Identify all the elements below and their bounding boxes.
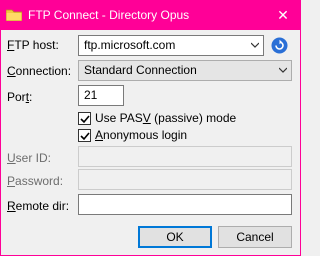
pasv-label[interactable]: Use PASV (passive) mode	[95, 111, 236, 125]
chevron-down-icon[interactable]	[279, 67, 287, 73]
cancel-button[interactable]: Cancel	[218, 226, 292, 248]
checkmark-icon	[80, 115, 90, 124]
folder-icon	[6, 9, 22, 21]
refresh-icon[interactable]	[271, 37, 288, 54]
remote-dir-label: Remote dir:	[7, 199, 70, 213]
window-title: FTP Connect - Directory Opus	[28, 8, 190, 22]
user-id-label: User ID:	[7, 151, 52, 165]
connection-label: Connection:	[7, 64, 72, 78]
port-label: Port:	[7, 90, 33, 104]
password-input	[78, 169, 292, 190]
ftp-host-combobox[interactable]: ftp.microsoft.com	[78, 35, 264, 56]
password-label: Password:	[7, 174, 64, 188]
remote-dir-input[interactable]	[78, 194, 292, 215]
user-id-input	[78, 146, 292, 167]
ok-button[interactable]: OK	[138, 226, 212, 248]
close-icon[interactable]: ✕	[265, 0, 301, 30]
title-bar: FTP Connect - Directory Opus ✕	[0, 0, 301, 30]
anonymous-label[interactable]: Anonymous login	[95, 128, 187, 142]
connection-dropdown[interactable]: Standard Connection	[78, 60, 292, 81]
pasv-checkbox[interactable]	[78, 112, 91, 125]
port-input[interactable]: 21	[78, 85, 124, 106]
chevron-down-icon[interactable]	[251, 42, 259, 48]
connection-value: Standard Connection	[84, 63, 197, 77]
anonymous-checkbox[interactable]	[78, 129, 91, 142]
ftp-host-value: ftp.microsoft.com	[84, 38, 176, 52]
checkmark-icon	[80, 132, 90, 141]
ftp-host-label: FTP host:	[7, 38, 59, 52]
